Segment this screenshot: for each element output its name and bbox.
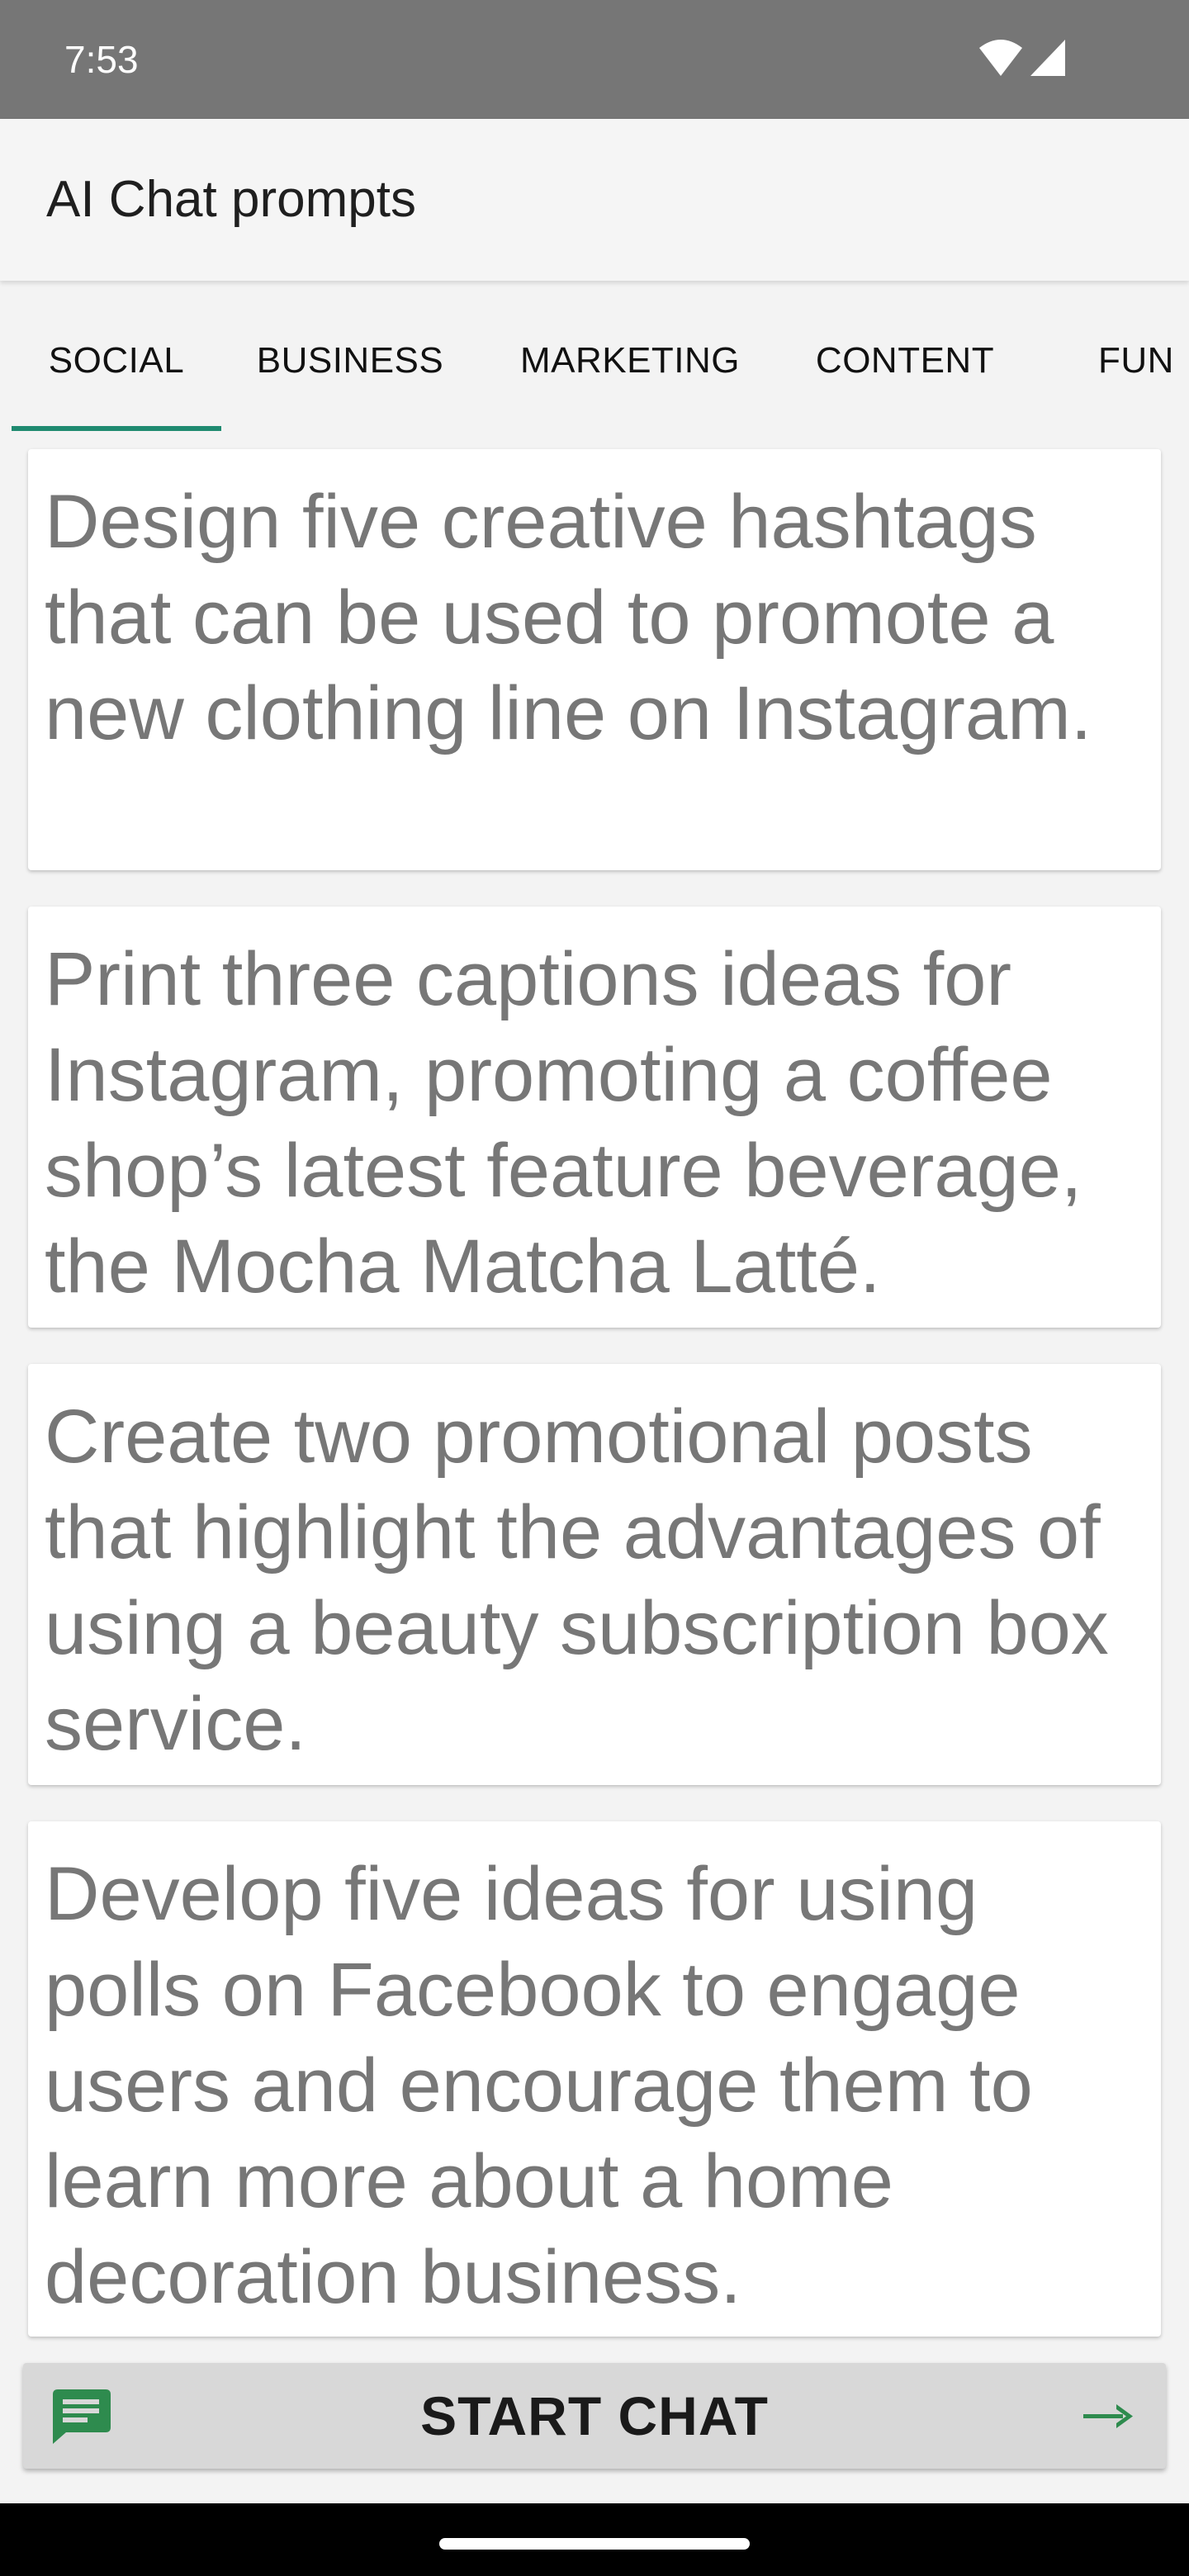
prompt-card[interactable]: Develop five ideas for using polls on Fa… [28,1821,1161,2337]
prompt-text: Print three captions ideas for Instagram… [45,937,1082,1309]
prompt-card[interactable]: Create two promotional posts that highli… [28,1364,1161,1785]
prompt-text: Create two promotional posts that highli… [45,1395,1109,1766]
tab-marketing[interactable]: MARKETING [497,291,763,431]
tab-content[interactable]: CONTENT [793,291,1017,431]
prompt-card[interactable]: Design five creative hashtags that can b… [28,449,1161,870]
category-tabs: SOCIAL BUSINESS MARKETING CONTENT FUN [0,291,1189,431]
cell-signal-icon [1030,40,1065,76]
prompt-card[interactable]: Print three captions ideas for Instagram… [28,907,1161,1328]
tab-fun[interactable]: FUN [1073,291,1189,431]
tab-business[interactable]: BUSINESS [233,291,467,431]
status-time: 7:53 [64,38,139,81]
tab-social[interactable]: SOCIAL [12,291,221,431]
home-gesture-handle[interactable] [439,2538,750,2550]
page-title: AI Chat prompts [46,171,416,228]
start-chat-button[interactable]: START CHAT [23,2363,1166,2469]
system-nav-bar [0,2503,1189,2576]
status-bar: 7:53 [0,0,1189,119]
start-chat-label: START CHAT [420,2385,769,2446]
status-icons [943,38,1067,84]
app-screen: 7:53 AI Chat prompts SOCIAL BUSINESS MAR… [0,0,1189,2576]
app-bar: AI Chat prompts [0,119,1189,281]
prompt-text: Design five creative hashtags that can b… [45,480,1092,755]
selected-tab-indicator [12,426,221,431]
wifi-icon [979,40,1022,76]
prompt-text: Develop five ideas for using polls on Fa… [45,1852,1033,2319]
arrow-right-icon [1083,2404,1133,2428]
